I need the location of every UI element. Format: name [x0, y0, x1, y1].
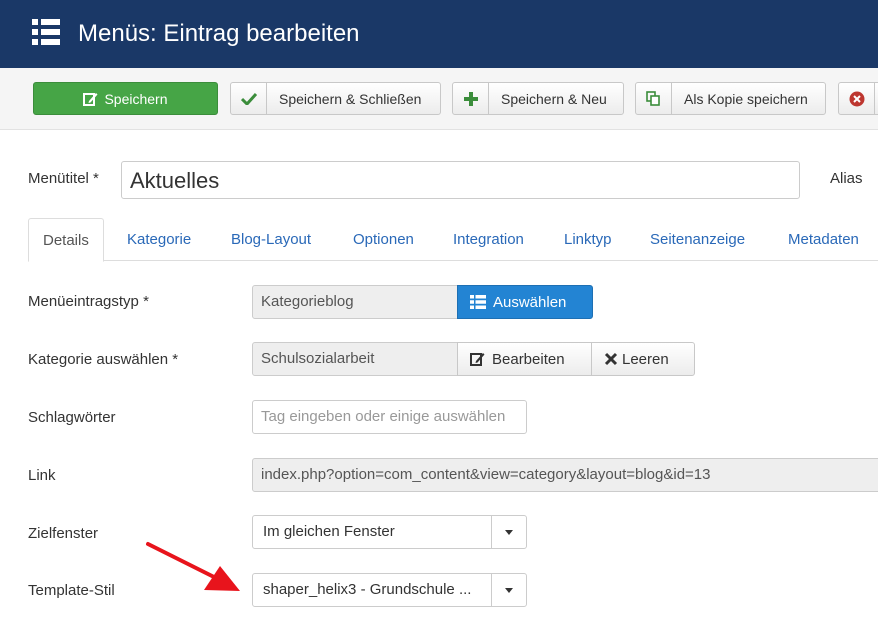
link-label: Link [28, 467, 56, 484]
tab-optionen[interactable]: Optionen [353, 218, 414, 261]
tab-details[interactable]: Details [28, 218, 104, 262]
alias-label: Alias [830, 170, 863, 187]
save-copy-button[interactable]: Als Kopie speichern [635, 82, 826, 115]
save-new-button[interactable]: Speichern & Neu [452, 82, 624, 115]
close-button[interactable] [838, 82, 878, 115]
close-circle-icon [839, 83, 875, 114]
select-type-button[interactable]: Auswählen [457, 285, 593, 319]
tab-kategorie[interactable]: Kategorie [127, 218, 191, 261]
edit-category-button[interactable]: Bearbeiten [457, 342, 592, 376]
save-button[interactable]: Speichern [33, 82, 218, 115]
tab-blog-layout[interactable]: Blog-Layout [231, 218, 311, 261]
copy-icon [636, 83, 672, 114]
save-close-button[interactable]: Speichern & Schließen [230, 82, 441, 115]
category-label: Kategorie auswählen * [28, 351, 179, 368]
chevron-down-icon [491, 574, 526, 606]
category-field: Schulsozialarbeit [252, 342, 458, 376]
tab-seitenanzeige[interactable]: Seitenanzeige [650, 218, 745, 261]
annotation-arrow-icon [146, 542, 240, 591]
template-style-select[interactable]: shaper_helix3 - Grundschule ... [252, 573, 527, 607]
tags-input[interactable]: Tag eingeben oder einige auswählen [252, 400, 527, 434]
menu-title-input[interactable]: Aktuelles [121, 161, 800, 199]
chevron-down-icon [491, 516, 526, 548]
check-icon [231, 83, 267, 114]
menu-type-field: Kategorieblog [252, 285, 458, 319]
toolbar: Speichern Speichern & Schließen Speicher… [0, 68, 878, 130]
menu-title-label: Menütitel * [28, 170, 99, 187]
template-style-label: Template-Stil [28, 582, 115, 599]
list-icon [32, 19, 60, 45]
tab-bar: Details Kategorie Blog-Layout Optionen I… [28, 218, 878, 262]
tab-integration[interactable]: Integration [453, 218, 524, 261]
tab-linktyp[interactable]: Linktyp [564, 218, 612, 261]
target-window-select[interactable]: Im gleichen Fenster [252, 515, 527, 549]
menu-type-label: Menüeintragstyp * [28, 293, 149, 310]
tab-metadaten[interactable]: Metadaten [788, 218, 859, 261]
edit-icon [83, 83, 98, 114]
tags-label: Schlagwörter [28, 409, 116, 426]
page-title: Menüs: Eintrag bearbeiten [78, 20, 360, 47]
edit-icon [470, 352, 485, 366]
page-header: Menüs: Eintrag bearbeiten [0, 0, 878, 68]
plus-icon [453, 83, 489, 114]
close-icon [604, 352, 618, 366]
link-field: index.php?option=com_content&view=catego… [252, 458, 878, 492]
list-icon [470, 295, 486, 309]
target-window-label: Zielfenster [28, 525, 99, 542]
clear-category-button[interactable]: Leeren [591, 342, 695, 376]
